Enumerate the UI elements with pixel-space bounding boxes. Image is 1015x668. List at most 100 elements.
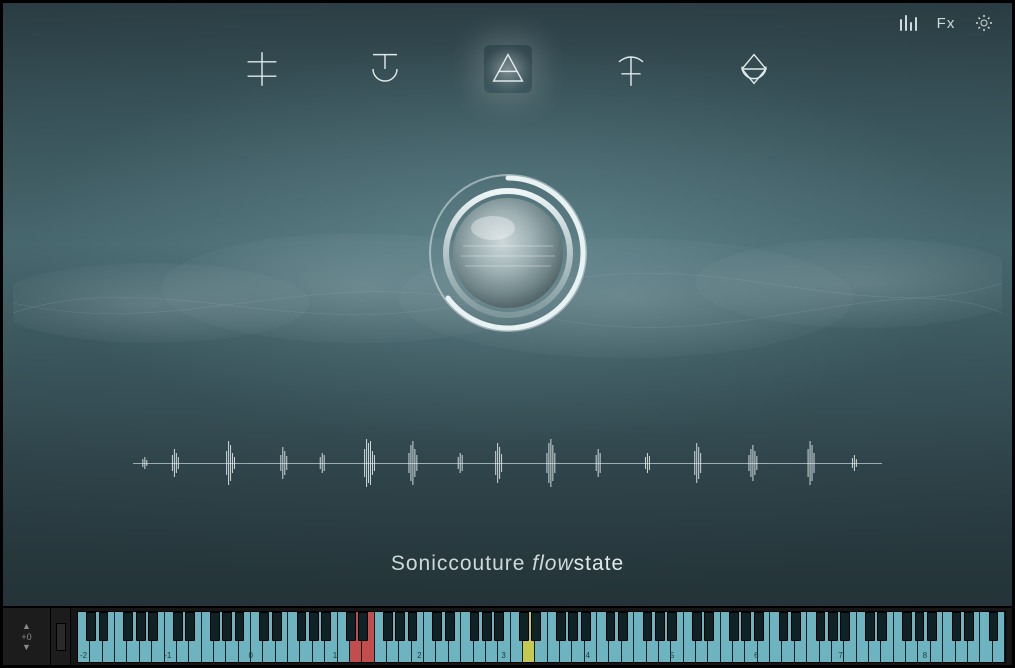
white-key[interactable] [980,612,992,662]
white-key[interactable] [869,612,881,662]
white-key[interactable] [523,612,535,662]
white-key[interactable] [708,612,720,662]
white-key[interactable] [696,612,708,662]
white-key[interactable] [115,612,127,662]
white-key[interactable] [560,612,572,662]
white-key[interactable] [622,612,634,662]
white-key[interactable] [399,612,411,662]
transpose-control[interactable]: ▲ +0 ▼ [3,608,51,665]
white-key[interactable] [795,612,807,662]
white-key[interactable] [993,612,1005,662]
white-key[interactable] [350,612,362,662]
chevron-up-icon[interactable]: ▲ [22,623,31,630]
white-key[interactable] [474,612,486,662]
white-key[interactable] [461,612,473,662]
white-key[interactable] [745,612,757,662]
white-key[interactable] [684,612,696,662]
white-key[interactable] [671,612,683,662]
product-family-label: flow [532,552,573,575]
white-key[interactable] [906,612,918,662]
white-key[interactable] [572,612,584,662]
white-key[interactable] [300,612,312,662]
preset-tabs [238,45,778,93]
white-key[interactable] [103,612,115,662]
white-key[interactable] [535,612,547,662]
white-key[interactable] [511,612,523,662]
main-panel: Fx [3,3,1012,607]
transpose-value: +0 [21,632,31,642]
white-key[interactable] [214,612,226,662]
white-key[interactable] [857,612,869,662]
waveform-display [133,436,882,491]
white-key[interactable] [721,612,733,662]
white-key[interactable] [807,612,819,662]
keyboard-strip: ▲ +0 ▼ -2-1012345678 [3,607,1012,665]
white-key[interactable] [202,612,214,662]
white-key[interactable] [634,612,646,662]
preset-tab-3[interactable] [484,45,532,93]
white-key[interactable] [931,612,943,662]
white-key[interactable] [844,612,856,662]
top-toolbar: Fx [898,13,994,33]
preset-tab-5[interactable] [730,45,778,93]
white-key[interactable] [498,612,510,662]
white-key[interactable] [918,612,930,662]
white-key[interactable] [313,612,325,662]
white-key[interactable] [226,612,238,662]
chevron-down-icon[interactable]: ▼ [22,644,31,651]
white-key[interactable] [325,612,337,662]
white-key[interactable] [152,612,164,662]
white-key[interactable] [436,612,448,662]
virtual-keyboard[interactable]: -2-1012345678 [71,608,1012,665]
white-key[interactable] [758,612,770,662]
white-key[interactable] [647,612,659,662]
white-key[interactable] [968,612,980,662]
white-key[interactable] [189,612,201,662]
white-key[interactable] [375,612,387,662]
white-key[interactable] [548,612,560,662]
white-key[interactable] [338,612,350,662]
fx-button[interactable]: Fx [936,13,956,33]
preset-tab-1[interactable] [238,45,286,93]
white-key[interactable] [659,612,671,662]
velocity-slot[interactable] [51,608,71,665]
preset-tab-4[interactable] [607,45,655,93]
preset-tab-2[interactable] [361,45,409,93]
white-key[interactable] [251,612,263,662]
white-key[interactable] [943,612,955,662]
white-key[interactable] [832,612,844,662]
white-key[interactable] [609,612,621,662]
white-key[interactable] [362,612,374,662]
white-key[interactable] [449,612,461,662]
white-key[interactable] [585,612,597,662]
white-key[interactable] [820,612,832,662]
eq-icon[interactable] [898,13,918,33]
white-key[interactable] [424,612,436,662]
white-key[interactable] [177,612,189,662]
plugin-window: Fx [0,0,1015,668]
white-key[interactable] [597,612,609,662]
white-key[interactable] [956,612,968,662]
gear-icon[interactable] [974,13,994,33]
white-key[interactable] [733,612,745,662]
brand-label: Soniccouture [391,552,532,575]
white-key[interactable] [770,612,782,662]
white-key[interactable] [412,612,424,662]
main-knob[interactable] [423,168,593,338]
white-key[interactable] [78,612,90,662]
product-title: Soniccouture flowstate [3,552,1012,576]
white-key[interactable] [90,612,102,662]
white-key[interactable] [288,612,300,662]
white-key[interactable] [387,612,399,662]
white-key[interactable] [263,612,275,662]
white-key[interactable] [782,612,794,662]
white-key[interactable] [239,612,251,662]
white-key[interactable] [486,612,498,662]
white-key[interactable] [276,612,288,662]
white-key[interactable] [881,612,893,662]
white-key[interactable] [894,612,906,662]
white-key[interactable] [127,612,139,662]
white-key[interactable] [140,612,152,662]
white-key[interactable] [165,612,177,662]
product-name-label: state [574,552,625,575]
